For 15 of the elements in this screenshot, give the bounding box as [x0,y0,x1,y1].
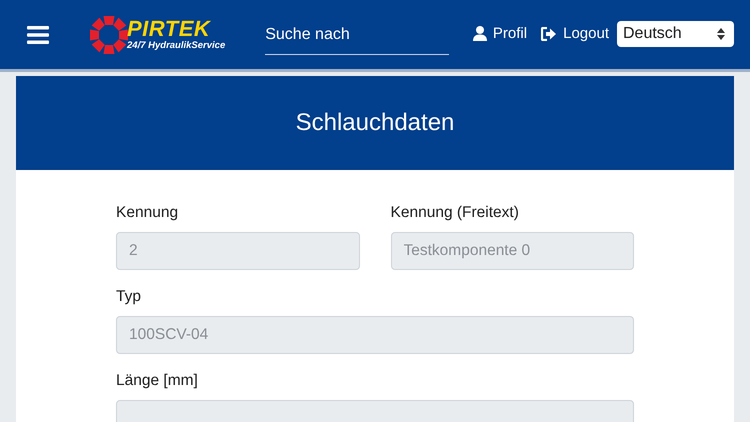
logo-text: PIRTEK [127,18,211,40]
person-icon [472,26,487,41]
field-label: Typ [116,288,142,306]
nav-link[interactable]: Logout [541,25,609,42]
card-title: Schlauchdaten [296,109,454,137]
field-label: Länge [mm] [116,372,199,390]
field-label: Kennung [116,204,180,222]
sort-caret-icon [717,28,725,40]
language-select[interactable]: Deutsch [617,20,734,46]
search-field[interactable]: Suche nach [265,20,450,55]
logout-icon [541,26,558,40]
logo-tagline: 24/7 HydraulikService [127,41,226,51]
menu-icon[interactable] [27,26,49,44]
nav-link[interactable]: Profil [472,25,528,42]
field-label: Kennung (Freitext) [390,204,520,222]
